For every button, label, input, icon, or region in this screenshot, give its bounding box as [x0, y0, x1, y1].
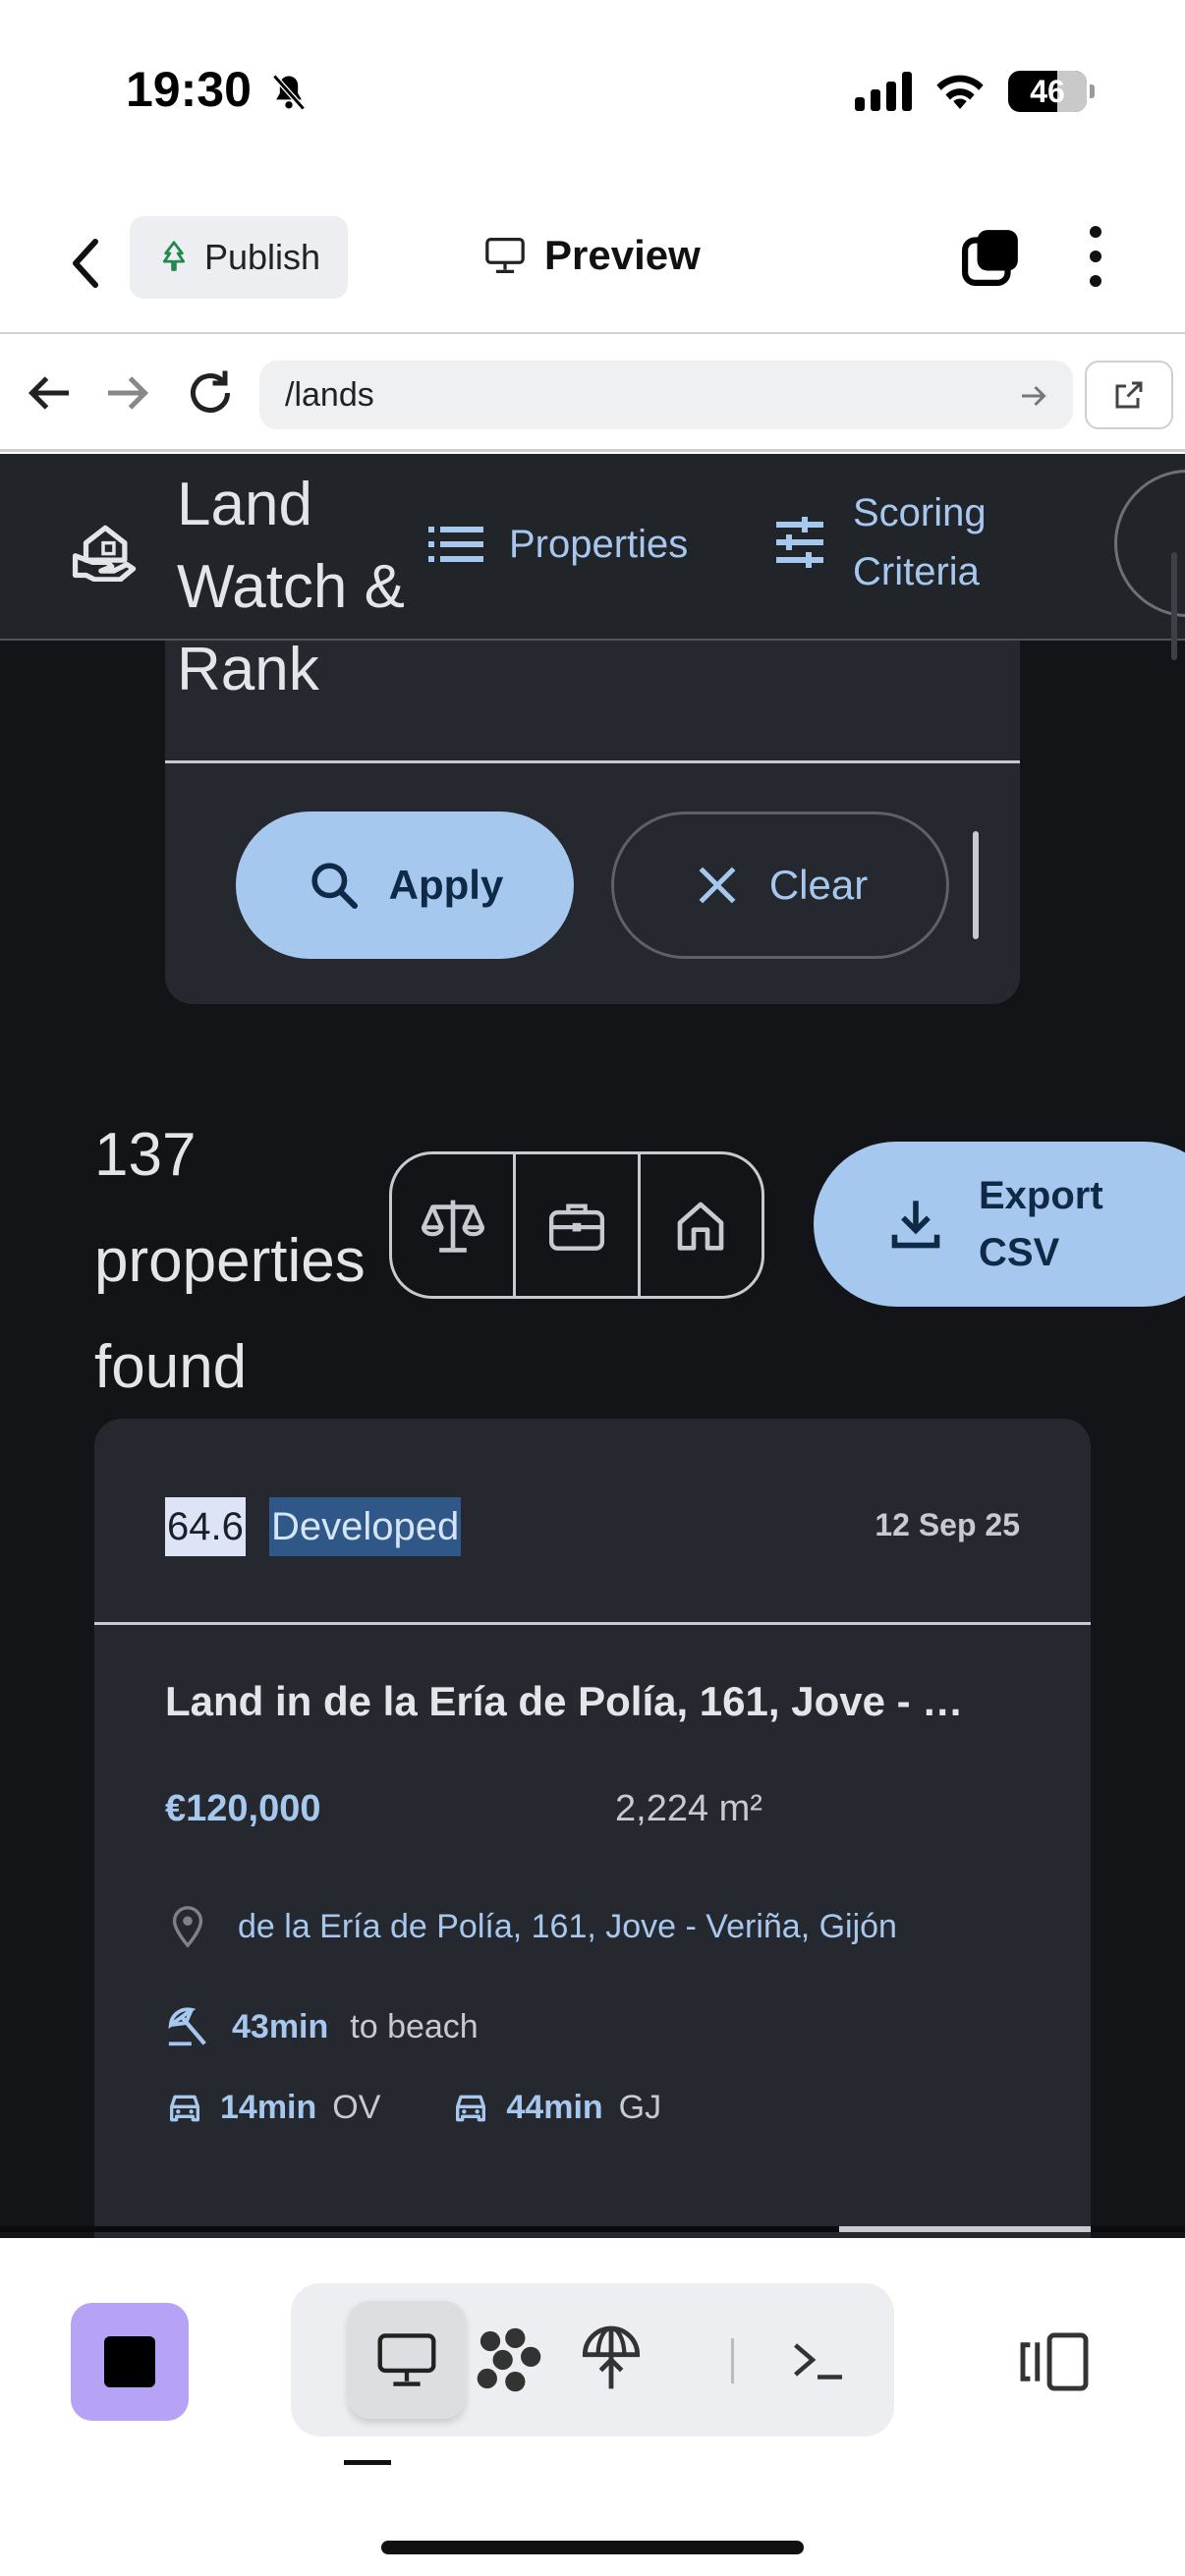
listing-date: 12 Sep 25	[875, 1507, 1020, 1542]
close-icon	[699, 867, 736, 904]
tree-icon	[162, 241, 186, 271]
property-card-header: 64.6 Developed 12 Sep 25	[94, 1419, 1091, 1625]
battery-indicator: 46	[1008, 71, 1095, 112]
drive-time-gj: 44min	[506, 2089, 603, 2126]
filter-divider	[165, 760, 1020, 763]
view-business-button[interactable]	[516, 1154, 641, 1296]
go-arrow-icon[interactable]	[1016, 378, 1051, 414]
horizontal-scrollbar-thumb[interactable]	[839, 2226, 1091, 2232]
terminal-icon	[794, 2343, 842, 2380]
results-count: 137 properties found	[94, 1121, 366, 1401]
scale-icon	[421, 1200, 484, 1253]
tool-switcher	[291, 2283, 894, 2436]
tune-icon	[776, 517, 823, 568]
preview-toggle[interactable]: Preview	[483, 232, 701, 279]
score-badge: 64.6	[165, 1497, 246, 1556]
briefcase-icon	[548, 1204, 604, 1251]
bell-muted-icon	[272, 74, 306, 111]
app-title: Land Watch & Rank	[177, 471, 405, 703]
property-price: €120,000	[165, 1788, 321, 1829]
wifi-icon	[936, 75, 984, 109]
chevron-left-icon[interactable]	[61, 234, 110, 293]
car-icon	[456, 2095, 486, 2121]
tool-terminal-button[interactable]	[759, 2301, 876, 2419]
car-icon	[170, 2095, 199, 2121]
url-text: /lands	[285, 375, 374, 414]
reload-icon[interactable]	[181, 364, 240, 422]
status-time: 19:30	[126, 62, 252, 117]
tool-preview-button[interactable]	[348, 2301, 466, 2419]
tool-deploy-button[interactable]	[552, 2301, 670, 2419]
tool-agents-button[interactable]	[450, 2301, 568, 2419]
property-area: 2,224 m²	[615, 1788, 762, 1829]
apply-label: Apply	[388, 862, 504, 908]
monitor-icon	[377, 2333, 436, 2386]
export-label: Export CSV	[979, 1174, 1103, 1274]
property-address: de la Ería de Polía, 161, Jove - Veriña,…	[238, 1907, 897, 1945]
nav-properties[interactable]: Properties	[428, 515, 688, 574]
stop-button[interactable]	[71, 2303, 189, 2421]
beach-time: 43min	[232, 2007, 329, 2045]
beach-label: to beach	[350, 2007, 479, 2045]
clear-filters-button[interactable]: Clear	[611, 812, 949, 959]
download-icon	[891, 1201, 940, 1249]
view-home-button[interactable]	[641, 1154, 762, 1296]
more-options-icon[interactable]	[1081, 226, 1110, 287]
preview-label: Preview	[544, 232, 701, 278]
property-card[interactable]: 64.6 Developed 12 Sep 25 Land in de la E…	[94, 1419, 1091, 2238]
bottom-toolbar	[0, 2238, 1185, 2576]
filter-scrollbar[interactable]	[973, 831, 979, 939]
top-navigation: Land Watch & Rank Properties Scoring Cri…	[0, 454, 1185, 703]
location-pin-icon	[172, 1906, 203, 1948]
property-title[interactable]: Land in de la Ería de Polía, 161, Jove -…	[165, 1678, 1020, 1725]
apply-filters-button[interactable]: Apply	[236, 812, 574, 959]
house-icon	[677, 1202, 724, 1251]
battery-level: 46	[1030, 73, 1065, 109]
nav-scoring-label: Scoring Criteria	[853, 491, 987, 593]
stop-icon	[104, 2336, 155, 2387]
drive-place-gj: GJ	[618, 2089, 662, 2126]
view-compare-button[interactable]	[392, 1154, 517, 1296]
arrow-right-icon[interactable]	[98, 364, 157, 422]
clear-label: Clear	[768, 862, 869, 908]
drive-time-ov: 14min	[220, 2089, 317, 2126]
home-indicator[interactable]	[381, 2541, 804, 2554]
search-icon	[311, 863, 358, 910]
drive-times-row: 14min OV 44min GJ	[165, 2089, 661, 2127]
app-header: Publish Preview	[0, 196, 1185, 334]
url-input[interactable]: /lands	[259, 361, 1073, 429]
drive-place-ov: OV	[332, 2089, 381, 2126]
property-address-row: de la Ería de Polía, 161, Jove - Veriña,…	[165, 1904, 897, 1949]
arrow-left-icon[interactable]	[20, 364, 79, 422]
external-link-icon	[1115, 381, 1143, 409]
publish-button[interactable]: Publish	[130, 216, 348, 299]
active-tool-indicator	[344, 2460, 391, 2465]
side-panel-icon[interactable]	[1018, 2330, 1091, 2393]
parachute-icon	[582, 2325, 641, 2389]
nodes-icon	[477, 2327, 541, 2392]
export-csv-button[interactable]: Export CSV	[814, 1142, 1185, 1307]
tabs-icon[interactable]	[961, 226, 1022, 287]
nav-properties-label: Properties	[509, 523, 689, 566]
list-icon	[428, 527, 483, 562]
beach-distance-row: 43min to beach	[165, 2004, 479, 2049]
land-hand-icon	[72, 525, 137, 582]
status-badge: Developed	[269, 1497, 462, 1556]
tool-separator	[731, 2338, 734, 2383]
beach-umbrella-icon	[168, 2007, 206, 2046]
status-bar: 19:30 46	[0, 0, 1185, 196]
monitor-icon	[485, 237, 525, 273]
page-scrollbar[interactable]	[1171, 552, 1177, 660]
app-viewport: Land Watch & Rank Properties Scoring Cri…	[0, 454, 1185, 2238]
publish-label: Publish	[204, 237, 321, 277]
nav-scoring-criteria[interactable]: Scoring Criteria	[772, 483, 1030, 601]
view-mode-toggle	[389, 1151, 764, 1299]
status-indicators: 46	[855, 71, 1095, 112]
horizontal-scrollbar[interactable]	[0, 2226, 1185, 2232]
cellular-signal-icon	[855, 72, 912, 111]
browser-bar: /lands	[0, 334, 1185, 452]
open-external-button[interactable]	[1085, 361, 1173, 429]
